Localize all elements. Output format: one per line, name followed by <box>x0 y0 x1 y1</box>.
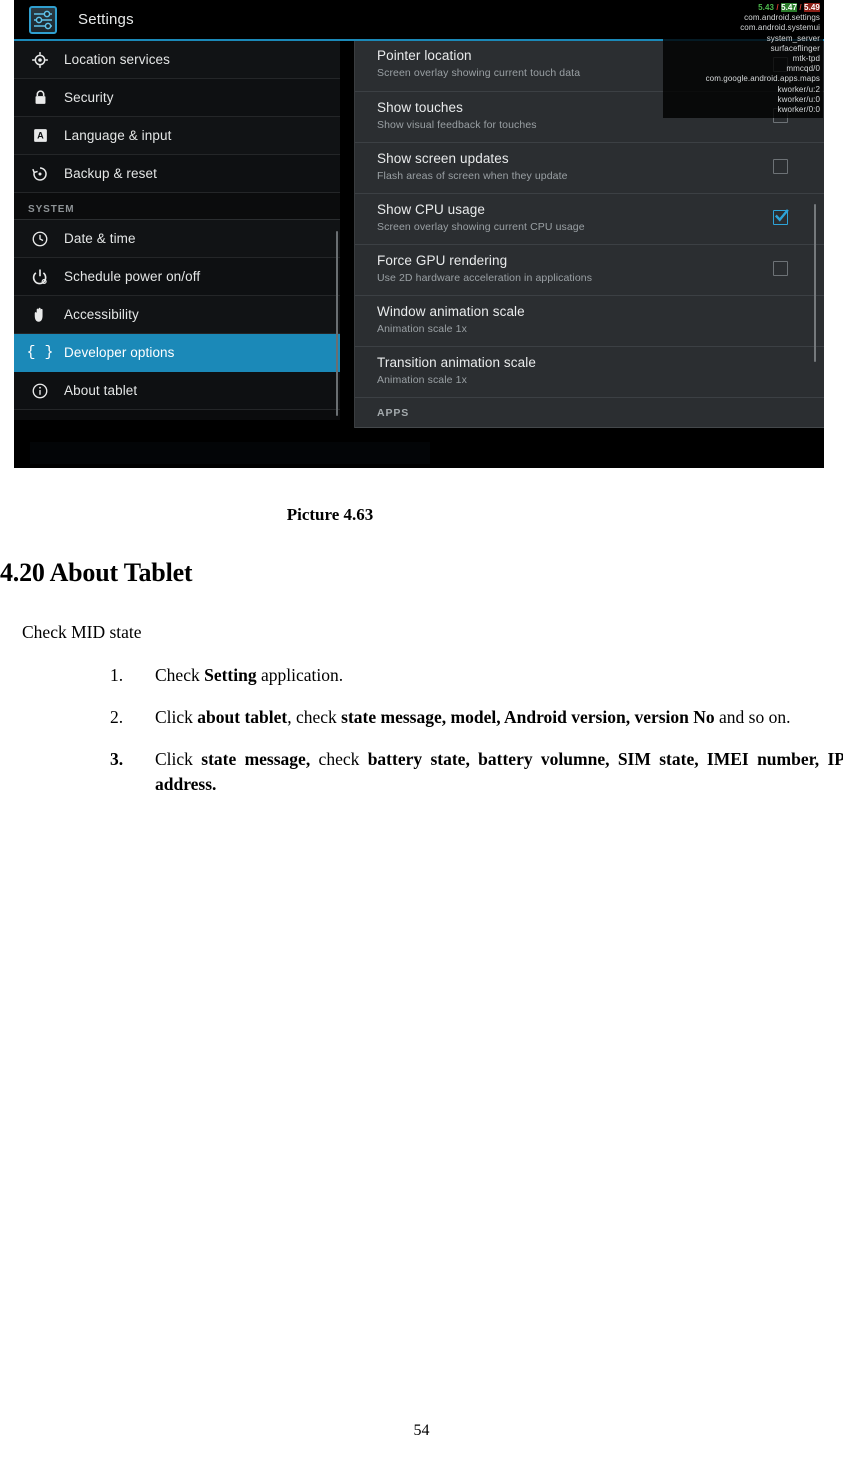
sidebar-item-label: Accessibility <box>64 307 139 322</box>
setting-row-window-animation-scale[interactable]: Window animation scale Animation scale 1… <box>355 296 824 347</box>
sidebar-item-label: Developer options <box>64 345 175 360</box>
svg-text:A: A <box>37 130 44 140</box>
setting-subtitle: Animation scale 1x <box>377 323 467 335</box>
steps-list: 1. Check Setting application. 2. Click a… <box>110 663 843 814</box>
list-item: 2. Click about tablet, check state messa… <box>110 705 843 730</box>
lead-text: Check MID state <box>22 622 142 642</box>
sidebar-item-label: Location services <box>64 52 171 67</box>
cpu-process: kworker/u:2 <box>777 84 820 94</box>
tablet-navigation-bar <box>14 440 824 468</box>
settings-sliders-icon <box>29 6 57 34</box>
cpu-process: com.android.settings <box>744 13 820 23</box>
sidebar-item-about-tablet[interactable]: About tablet <box>14 372 340 410</box>
setting-subtitle: Flash areas of screen when they update <box>377 170 568 182</box>
page-number: 54 <box>413 1422 430 1439</box>
settings-sidebar[interactable]: Location services Security A Language & … <box>14 41 340 420</box>
list-item: 3. Click state message, check battery st… <box>110 747 843 797</box>
setting-title: Force GPU rendering <box>377 253 508 268</box>
backup-restore-icon <box>28 162 52 186</box>
setting-row-show-screen-updates[interactable]: Show screen updates Flash areas of scree… <box>355 143 824 194</box>
setting-row-force-gpu-rendering[interactable]: Force GPU rendering Use 2D hardware acce… <box>355 245 824 296</box>
sidebar-section-header-system: SYSTEM <box>14 193 340 220</box>
checkbox-show-screen-updates[interactable] <box>773 159 788 174</box>
action-bar-title: Settings <box>78 11 134 28</box>
checkbox-force-gpu-rendering[interactable] <box>773 261 788 276</box>
setting-title: Show CPU usage <box>377 202 485 217</box>
android-screenshot-figure: Settings Location services Security A La… <box>14 0 824 468</box>
list-item-number: 1. <box>110 665 124 685</box>
cpu-process: kworker/0:0 <box>777 105 820 115</box>
list-item: 1. Check Setting application. <box>110 663 843 688</box>
list-item-text: Click about tablet, check state message,… <box>155 707 791 727</box>
cpu-process: kworker/u:0 <box>777 94 820 104</box>
hand-icon <box>28 303 52 327</box>
list-item-number: 3. <box>110 749 124 769</box>
location-crosshair-icon <box>28 48 52 72</box>
setting-subtitle: Screen overlay showing current CPU usage <box>377 221 585 233</box>
sidebar-item-location-services[interactable]: Location services <box>14 41 340 79</box>
setting-row-show-cpu-usage[interactable]: Show CPU usage Screen overlay showing cu… <box>355 194 824 245</box>
section-heading: 4.20 About Tablet <box>0 558 193 587</box>
curly-braces-icon: { } <box>26 344 54 361</box>
sidebar-item-security[interactable]: Security <box>14 79 340 117</box>
sidebar-item-label: Security <box>64 90 114 105</box>
setting-subtitle: Show visual feedback for touches <box>377 119 537 131</box>
sidebar-item-accessibility[interactable]: Accessibility <box>14 296 340 334</box>
sidebar-item-label: About tablet <box>64 383 138 398</box>
cpu-usage-overlay: 5.43 / 5.47 / 5.49 com.android.settings … <box>663 1 823 119</box>
android-screen: Settings Location services Security A La… <box>14 0 824 440</box>
cpu-process: mtk-tpd <box>792 54 820 64</box>
sidebar-item-date-time[interactable]: Date & time <box>14 220 340 258</box>
power-icon <box>28 265 52 289</box>
sidebar-scrollbar[interactable] <box>336 231 338 416</box>
list-item-text: Click state message, check battery state… <box>155 749 843 794</box>
setting-title: Show screen updates <box>377 151 509 166</box>
setting-subtitle: Animation scale 1x <box>377 374 467 386</box>
navbar-left-block <box>30 442 430 464</box>
check-icon <box>774 209 789 222</box>
sidebar-item-label: Backup & reset <box>64 166 157 181</box>
sidebar-item-language-input[interactable]: A Language & input <box>14 117 340 155</box>
setting-title: Transition animation scale <box>377 355 536 370</box>
sidebar-item-backup-reset[interactable]: Backup & reset <box>14 155 340 193</box>
setting-title: Window animation scale <box>377 304 525 319</box>
cpu-process: com.android.systemui <box>740 23 820 33</box>
list-item-text: Check Setting application. <box>155 665 344 685</box>
cpu-process: surfaceflinger <box>770 43 820 53</box>
sidebar-item-developer-options[interactable]: { } Developer options <box>14 334 340 372</box>
info-circle-icon <box>28 379 52 403</box>
detail-scrollbar[interactable] <box>814 204 816 362</box>
cpu-process: system_server <box>766 33 820 43</box>
setting-row-transition-animation-scale[interactable]: Transition animation scale Animation sca… <box>355 347 824 398</box>
cpu-load-average: 5.43 / 5.47 / 5.49 <box>758 3 820 12</box>
sidebar-item-label: Language & input <box>64 128 172 143</box>
detail-section-header-apps: APPS <box>355 398 824 428</box>
setting-subtitle: Use 2D hardware acceleration in applicat… <box>377 272 593 284</box>
letter-a-icon: A <box>28 124 52 148</box>
cpu-process: com.google.android.apps.maps <box>705 74 820 84</box>
clock-icon <box>28 227 52 251</box>
sidebar-item-label: Date & time <box>64 231 136 246</box>
figure-caption: Picture 4.63 <box>286 505 374 524</box>
list-item-number: 2. <box>110 707 124 727</box>
sidebar-item-label: Schedule power on/off <box>64 269 201 284</box>
checkbox-show-cpu-usage[interactable] <box>773 209 789 225</box>
sidebar-item-schedule-power[interactable]: Schedule power on/off <box>14 258 340 296</box>
cpu-process: mmcqd/0 <box>786 64 820 74</box>
lock-icon <box>28 86 52 110</box>
